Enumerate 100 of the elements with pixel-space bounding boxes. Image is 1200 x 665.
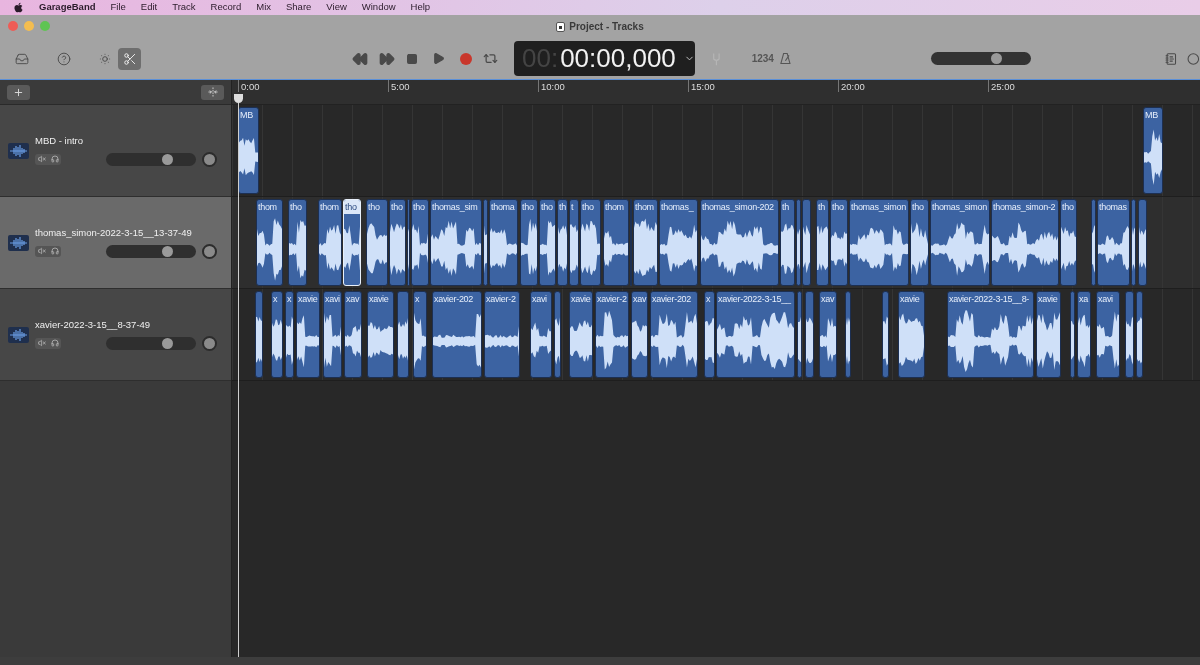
pan-knob[interactable] — [202, 151, 217, 167]
circle-icon[interactable] — [1187, 51, 1200, 66]
play-icon[interactable] — [432, 52, 445, 65]
audio-region[interactable] — [407, 199, 410, 286]
audio-region[interactable]: xavie — [569, 291, 593, 378]
audio-region[interactable] — [1131, 199, 1136, 286]
audio-region[interactable]: xavier-2 — [595, 291, 629, 378]
cycle-icon[interactable] — [483, 51, 498, 66]
audio-region[interactable]: thom — [603, 199, 629, 286]
audio-region[interactable]: tho — [389, 199, 406, 286]
slider-thumb[interactable] — [991, 53, 1003, 64]
track-name[interactable]: MBD - intro — [35, 134, 223, 149]
audio-region[interactable]: tho — [830, 199, 848, 286]
audio-region[interactable]: xavier-2022-3-15__ — [716, 291, 795, 378]
volume-slider[interactable] — [106, 336, 196, 350]
slider-thumb[interactable] — [162, 337, 174, 349]
menu-item[interactable]: View — [326, 0, 347, 15]
audio-region[interactable]: tho — [343, 199, 361, 286]
audio-region[interactable]: xavie — [898, 291, 925, 378]
audio-region[interactable]: th — [816, 199, 829, 286]
audio-region[interactable]: tho — [288, 199, 307, 286]
audio-region[interactable]: thom — [318, 199, 342, 286]
audio-region[interactable]: tho — [366, 199, 388, 286]
track-align-button[interactable] — [201, 84, 224, 100]
menu-item[interactable]: Edit — [140, 0, 158, 15]
audio-region[interactable]: thomas_simon-202 — [700, 199, 779, 286]
audio-region[interactable]: tho — [1060, 199, 1077, 286]
audio-region[interactable] — [1125, 291, 1134, 378]
audio-region[interactable] — [1136, 291, 1143, 378]
audio-region[interactable]: tho — [520, 199, 538, 286]
audio-region[interactable]: x — [271, 291, 283, 378]
audio-region[interactable]: xavi — [323, 291, 342, 378]
audio-region[interactable]: thomas_sim — [430, 199, 482, 286]
audio-region[interactable]: MB — [238, 107, 259, 194]
metronome-icon[interactable] — [779, 52, 791, 65]
stop-icon[interactable] — [406, 52, 418, 65]
audio-region[interactable] — [882, 291, 889, 378]
audio-region[interactable]: x — [704, 291, 715, 378]
audio-region[interactable]: xavier-202 — [650, 291, 698, 378]
slider-thumb[interactable] — [162, 245, 174, 257]
menu-item[interactable]: Share — [286, 0, 312, 15]
menu-item[interactable]: Mix — [256, 0, 271, 15]
audio-region[interactable]: xavie — [367, 291, 394, 378]
volume-slider[interactable] — [930, 52, 1031, 65]
volume-slider[interactable] — [106, 152, 196, 166]
audio-region[interactable]: tho — [411, 199, 429, 286]
audio-region[interactable]: xavier-2 — [484, 291, 520, 378]
menu-item[interactable]: File — [110, 0, 126, 15]
apple-icon[interactable] — [13, 2, 24, 13]
rewind-icon[interactable] — [352, 50, 368, 67]
audio-region[interactable]: x — [413, 291, 427, 378]
audio-region[interactable] — [802, 199, 811, 286]
audio-region[interactable]: xavier-202 — [432, 291, 482, 378]
audio-region[interactable] — [483, 199, 488, 286]
mute-button[interactable] — [35, 245, 48, 257]
audio-region[interactable] — [797, 291, 802, 378]
track-name[interactable]: xavier-2022-3-15__8-37-49 — [35, 318, 223, 333]
add-track-button[interactable] — [7, 84, 30, 100]
audio-region[interactable]: thom — [256, 199, 283, 286]
audio-region[interactable] — [397, 291, 409, 378]
pan-knob[interactable] — [202, 335, 217, 351]
audio-region[interactable]: th — [557, 199, 568, 286]
audio-region[interactable]: thomas — [1097, 199, 1130, 286]
menu-item[interactable]: Help — [410, 0, 431, 15]
notepad-icon[interactable] — [1164, 51, 1178, 66]
audio-region[interactable]: MB — [1143, 107, 1163, 194]
fast-forward-icon[interactable] — [379, 50, 395, 67]
audio-region[interactable]: xav — [344, 291, 362, 378]
audio-region[interactable]: thomas_simon-2 — [991, 199, 1059, 286]
audio-region[interactable] — [796, 199, 801, 286]
audio-region[interactable]: tho — [910, 199, 929, 286]
editors-button[interactable] — [118, 47, 141, 70]
audio-region[interactable]: x — [285, 291, 294, 378]
audio-region[interactable] — [805, 291, 814, 378]
track-header[interactable]: thomas_simon-2022-3-15__13-37-49 — [0, 197, 231, 289]
audio-region[interactable]: xavier-2022-3-15__8- — [947, 291, 1034, 378]
app-menu[interactable]: GarageBand — [39, 0, 96, 15]
track-header[interactable]: xavier-2022-3-15__8-37-49 — [0, 289, 231, 381]
audio-region[interactable] — [255, 291, 263, 378]
audio-region[interactable]: xa — [1077, 291, 1091, 378]
audio-region[interactable] — [554, 291, 561, 378]
audio-region[interactable]: thomas_ — [659, 199, 698, 286]
audio-region[interactable] — [1091, 199, 1096, 286]
pan-knob[interactable] — [202, 243, 217, 259]
solo-button[interactable] — [48, 245, 61, 257]
audio-region[interactable]: xavi — [1096, 291, 1120, 378]
menu-item[interactable]: Window — [361, 0, 396, 15]
track-header[interactable]: MBD - intro — [0, 105, 231, 197]
volume-slider[interactable] — [106, 244, 196, 258]
audio-region[interactable]: xav — [631, 291, 648, 378]
audio-region[interactable]: tho — [580, 199, 601, 286]
audio-region[interactable]: xav — [819, 291, 837, 378]
audio-region[interactable]: tho — [539, 199, 556, 286]
track-name[interactable]: thomas_simon-2022-3-15__13-37-49 — [35, 226, 223, 241]
audio-region[interactable]: t — [569, 199, 579, 286]
slider-thumb[interactable] — [162, 153, 174, 165]
count-in-button[interactable]: 1234 — [751, 51, 774, 66]
menu-item[interactable]: Record — [210, 0, 242, 15]
audio-region[interactable]: xavie — [296, 291, 320, 378]
audio-region[interactable]: th — [780, 199, 795, 286]
